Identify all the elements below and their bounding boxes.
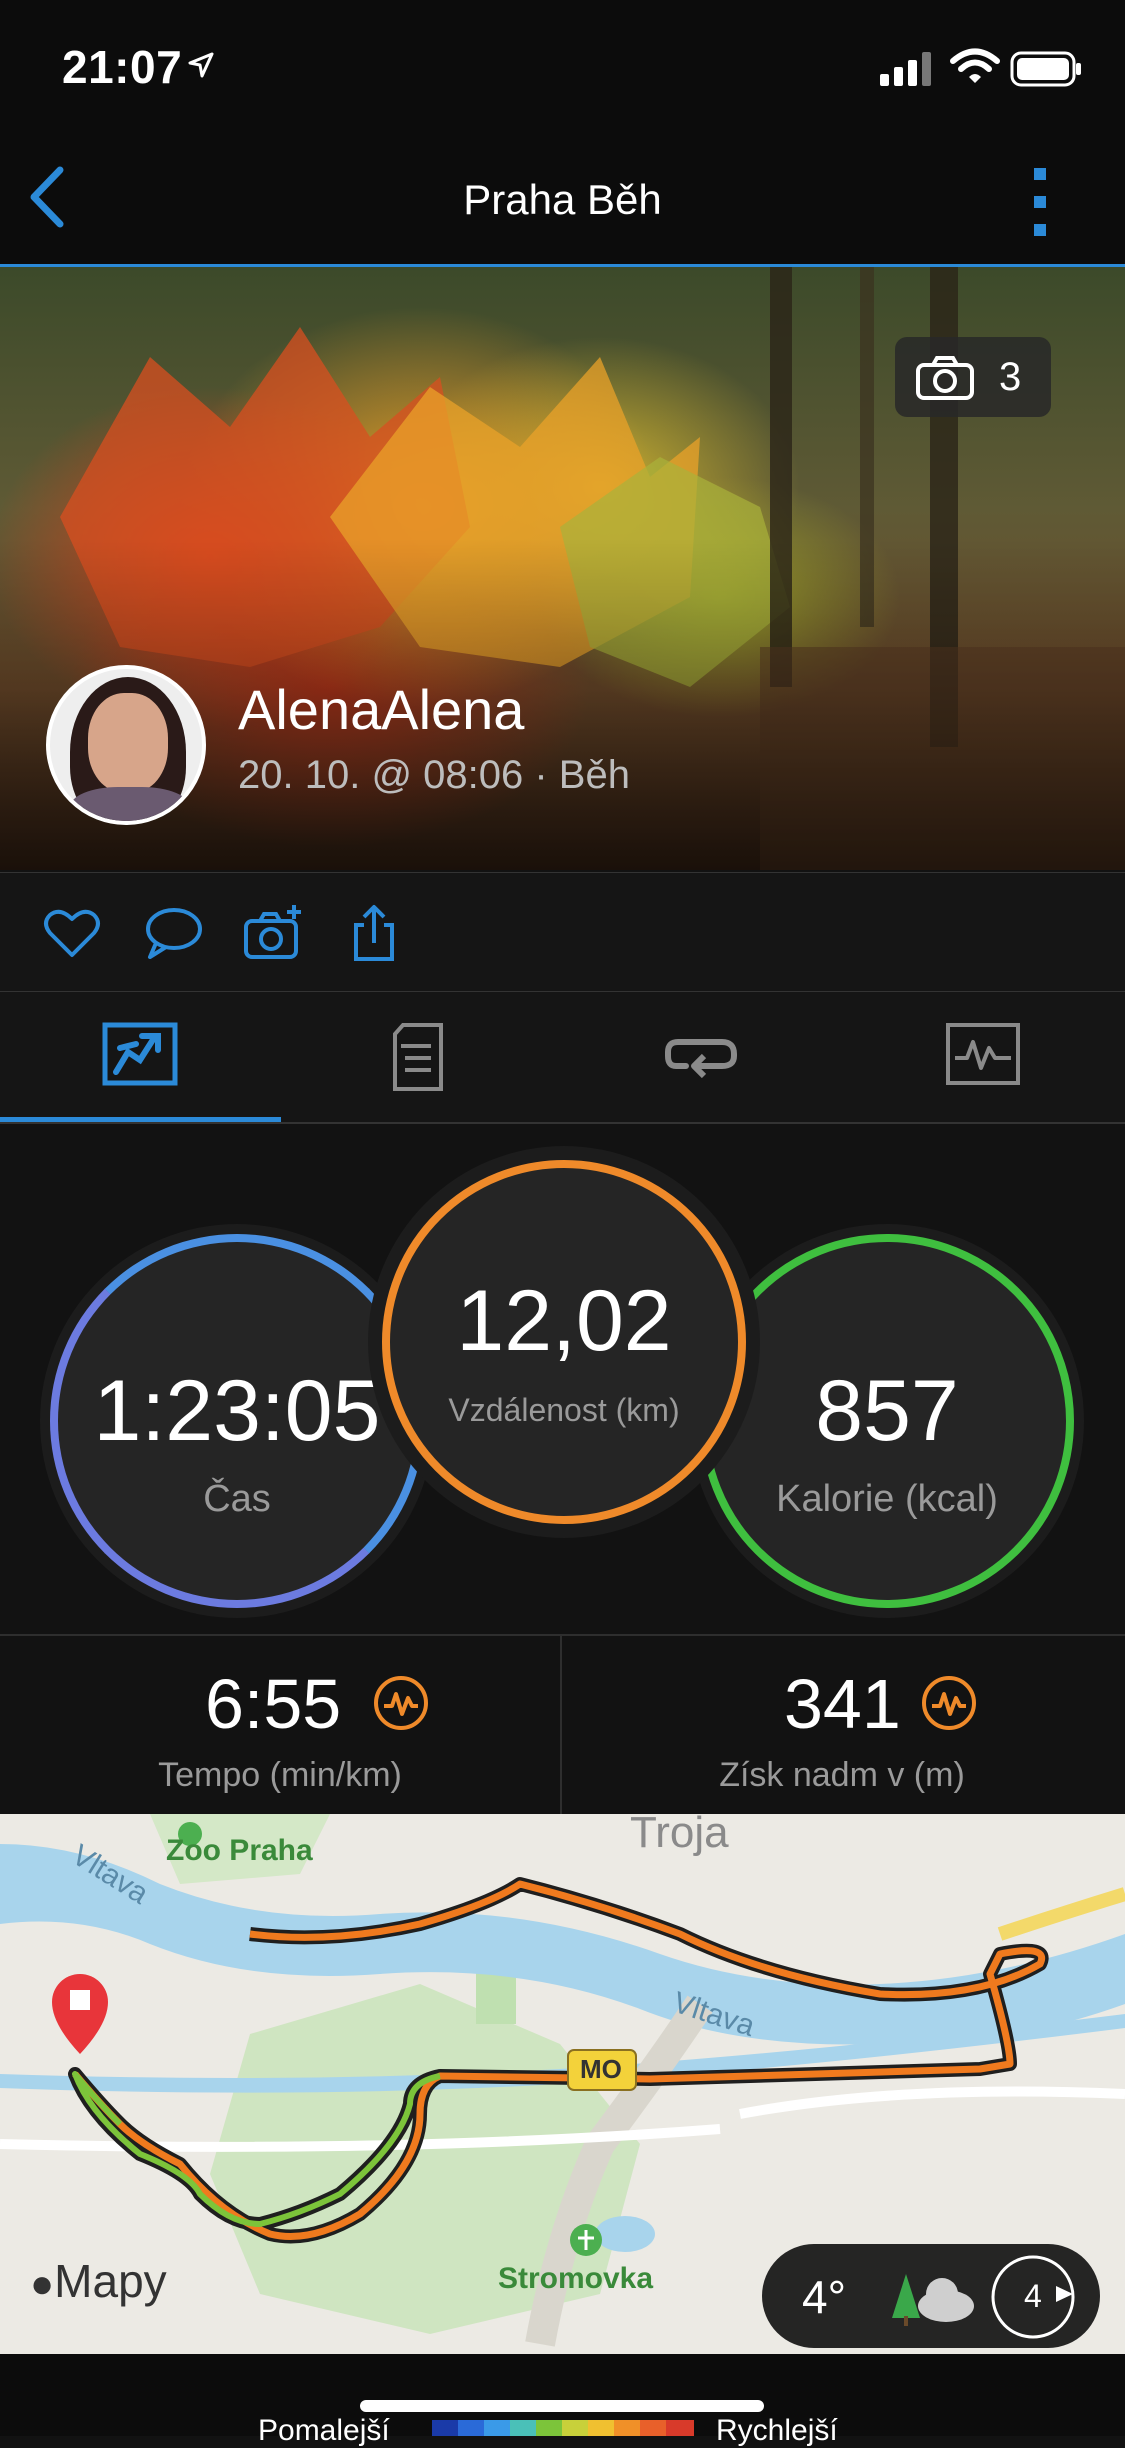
map-label-mo: MO [580, 2054, 622, 2084]
nav-bar: Praha Běh [0, 140, 1125, 267]
pace-label: Tempo (min/km) [158, 1756, 402, 1794]
pace-chart-icon[interactable] [372, 1674, 430, 1732]
location-arrow-icon [188, 52, 214, 78]
activity-cover-photo[interactable]: 3 AlenaAlena 20. 10. @ 08:06 · Běh [0, 267, 1125, 870]
wifi-icon [950, 48, 1000, 83]
weather-temp: 4° [802, 2271, 846, 2323]
tab-details[interactable] [281, 992, 562, 1122]
apple-maps-logo: ●Mapy [30, 2254, 167, 2308]
camera-icon [916, 356, 974, 400]
calories-label: Kalorie (kcal) [776, 1478, 998, 1520]
pace-value: 6:55 [205, 1665, 342, 1743]
elevation-chart-icon[interactable] [920, 1674, 978, 1732]
calories-stat-circle: 857 Kalorie (kcal) [700, 1234, 1074, 1608]
tab-summary[interactable] [0, 992, 281, 1122]
legend-slow-label: Pomalejší [258, 2414, 390, 2447]
time-label: Čas [203, 1478, 271, 1520]
elevation-value: 341 [784, 1665, 901, 1743]
details-icon [393, 1023, 443, 1091]
comment-icon[interactable] [142, 903, 202, 963]
user-name[interactable]: AlenaAlena [238, 677, 524, 742]
route-map[interactable]: Troja Zoo Praha Vltava Vltava MO Stromov… [0, 1814, 1125, 2354]
distance-value: 12,02 [456, 1273, 672, 1369]
cloudy-trees-icon [892, 2274, 974, 2326]
map-label-troja: Troja [630, 1814, 729, 1857]
secondary-stats: 6:55 Tempo (min/km) 341 Získ nadm v (m) [0, 1634, 1125, 1816]
home-indicator[interactable] [360, 2400, 764, 2412]
distance-label: Vzdálenost (km) [448, 1392, 680, 1428]
more-options-icon[interactable] [1020, 164, 1060, 240]
heart-icon[interactable] [42, 903, 102, 963]
wind-speed: 4 [1024, 2278, 1042, 2314]
maps-brand: Mapy [54, 2255, 167, 2307]
tab-charts[interactable] [843, 992, 1124, 1122]
photo-count-badge[interactable]: 3 [895, 337, 1051, 417]
time-stat-circle: 1:23:05 Čas [50, 1234, 424, 1608]
stats-panel: 1:23:05 Čas 857 Kalorie (kcal) 12,02 Vzd… [0, 1124, 1125, 1634]
activity-tabs [0, 992, 1125, 1124]
avatar-scarf [70, 787, 190, 821]
summary-icon [102, 1022, 178, 1086]
legend-fast-label: Rychlejší [716, 2414, 838, 2447]
avatar[interactable] [46, 665, 206, 825]
status-bar: 21:07 [0, 0, 1125, 140]
active-tab-indicator [0, 1117, 281, 1122]
weather-badge[interactable]: 4° 4 [762, 2244, 1100, 2348]
photo-count: 3 [999, 355, 1022, 399]
pace-color-scale [432, 2420, 694, 2436]
charts-icon [946, 1023, 1020, 1085]
calories-value: 857 [815, 1363, 959, 1459]
action-bar [0, 872, 1125, 992]
map-label-zoo: Zoo Praha [166, 1834, 313, 1867]
avatar-face [88, 693, 168, 793]
tab-laps[interactable] [562, 992, 843, 1122]
activity-meta: 20. 10. @ 08:06 · Běh [238, 753, 630, 797]
time-value: 1:23:05 [93, 1363, 381, 1459]
map-label-stromovka: Stromovka [498, 2262, 654, 2295]
battery-icon [1010, 51, 1081, 87]
apple-icon: ● [30, 2262, 55, 2306]
share-icon[interactable] [344, 903, 404, 963]
cellular-signal-icon [880, 52, 931, 86]
status-time: 21:07 [62, 41, 183, 93]
distance-stat-circle: 12,02 Vzdálenost (km) [382, 1160, 746, 1524]
elevation-label: Získ nadm v (m) [719, 1756, 965, 1794]
laps-icon [665, 1039, 737, 1079]
page-title: Praha Běh [463, 176, 662, 223]
add-photo-icon[interactable] [244, 903, 304, 963]
